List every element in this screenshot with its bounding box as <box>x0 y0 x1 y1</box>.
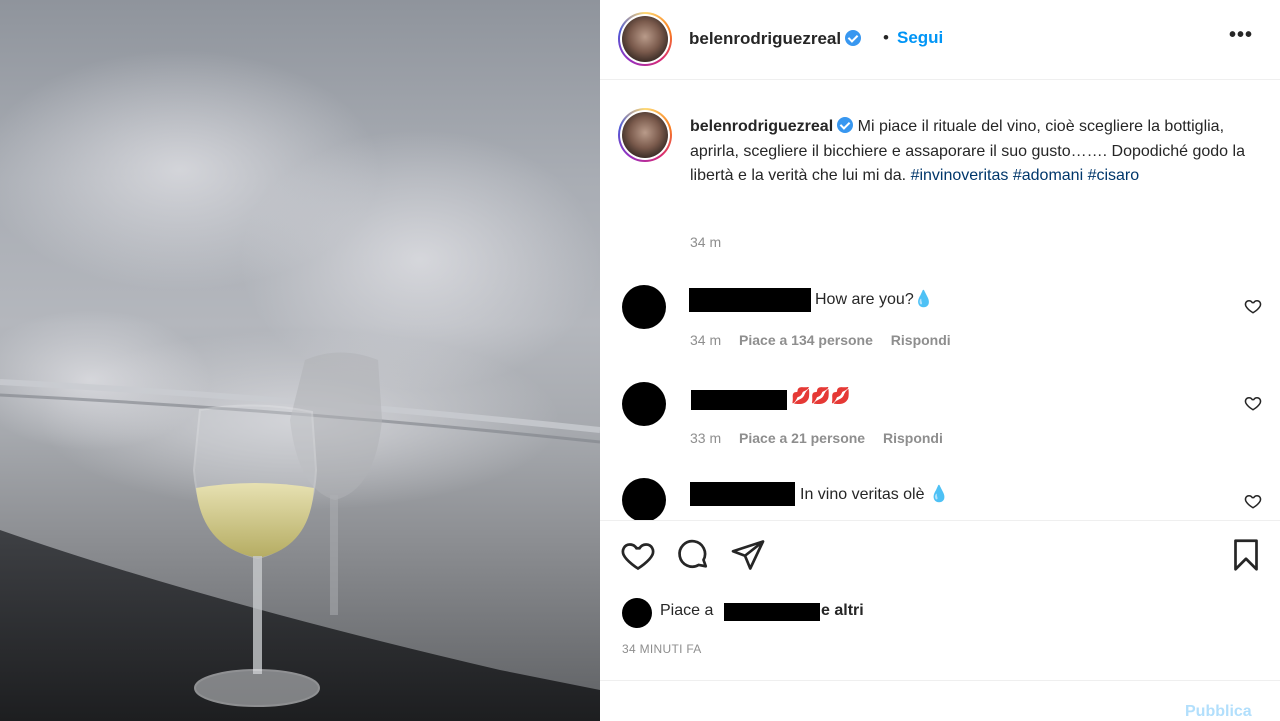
comment-likes[interactable]: Piace a 134 persone <box>739 332 873 348</box>
bookmark-icon[interactable] <box>1228 537 1264 573</box>
divider <box>600 520 1280 521</box>
share-icon[interactable] <box>730 537 766 573</box>
comment-time: 34 m <box>690 332 722 348</box>
hashtag-link[interactable]: #cisaro <box>1088 167 1140 184</box>
more-icon[interactable]: ••• <box>1229 24 1253 47</box>
commenter-avatar[interactable] <box>622 478 666 520</box>
like-comment-heart-icon[interactable] <box>1244 297 1262 315</box>
verified-icon <box>837 117 854 133</box>
reply-button[interactable]: Rispondi <box>891 332 951 348</box>
redacted-username <box>689 288 811 312</box>
caption-time: 34 m <box>690 234 722 250</box>
verified-icon <box>845 30 862 46</box>
wine-glass-photo <box>0 50 600 721</box>
post-photo <box>0 0 600 721</box>
comment-item: 💋💋💋 33 m Piace a 21 persone Rispondi <box>600 380 1280 460</box>
comment-text: 💋💋💋 <box>791 388 851 405</box>
hashtag-link[interactable]: #adomani <box>1013 167 1083 184</box>
heart-icon[interactable] <box>620 537 656 573</box>
comment-meta: 34 m Piace a 134 persone Rispondi <box>690 332 965 348</box>
separator-dot: • <box>883 28 889 47</box>
comment-icon[interactable] <box>675 537 711 573</box>
caption-username[interactable]: belenrodriguezreal <box>690 118 833 135</box>
hashtag-link[interactable]: #invinoveritas <box>911 167 1009 184</box>
comment-time: 33 m <box>690 430 722 446</box>
like-comment-heart-icon[interactable] <box>1244 394 1262 412</box>
like-comment-heart-icon[interactable] <box>1244 492 1262 510</box>
caption-avatar[interactable] <box>618 108 672 162</box>
redacted-username <box>690 482 795 506</box>
redacted-username <box>691 390 787 410</box>
post-header: belenrodriguezreal • Segui ••• <box>600 0 1280 80</box>
comment-likes[interactable]: Piace a 21 persone <box>739 430 865 446</box>
add-comment-bar[interactable]: Pubblica <box>600 680 1280 721</box>
comment-text: In vino veritas olè 💧 <box>800 486 949 503</box>
redacted-username <box>724 603 820 621</box>
comment-meta: 33 m Piace a 21 persone Rispondi <box>690 430 957 446</box>
likes-prefix: Piace a <box>660 602 714 619</box>
publish-button[interactable]: Pubblica <box>1185 703 1252 721</box>
commenter-avatar[interactable] <box>622 382 666 426</box>
reply-button[interactable]: Rispondi <box>883 430 943 446</box>
post-timestamp: 34 MINUTI FA <box>622 642 702 656</box>
liker-avatar[interactable] <box>622 598 652 628</box>
caption-text: belenrodriguezreal Mi piace il rituale d… <box>690 115 1250 189</box>
author-username[interactable]: belenrodriguezreal <box>689 29 862 49</box>
author-avatar[interactable] <box>618 12 672 66</box>
post-panel: belenrodriguezreal • Segui ••• belenrodr… <box>600 0 1280 721</box>
likes-others-link[interactable]: e altri <box>821 602 864 620</box>
follow-button[interactable]: Segui <box>897 28 943 48</box>
comment-item: How are you?💧 34 m Piace a 134 persone R… <box>600 282 1280 362</box>
comment-text: How are you?💧 <box>815 291 934 308</box>
commenter-avatar[interactable] <box>622 285 666 329</box>
comment-item: In vino veritas olè 💧 <box>600 476 1280 520</box>
